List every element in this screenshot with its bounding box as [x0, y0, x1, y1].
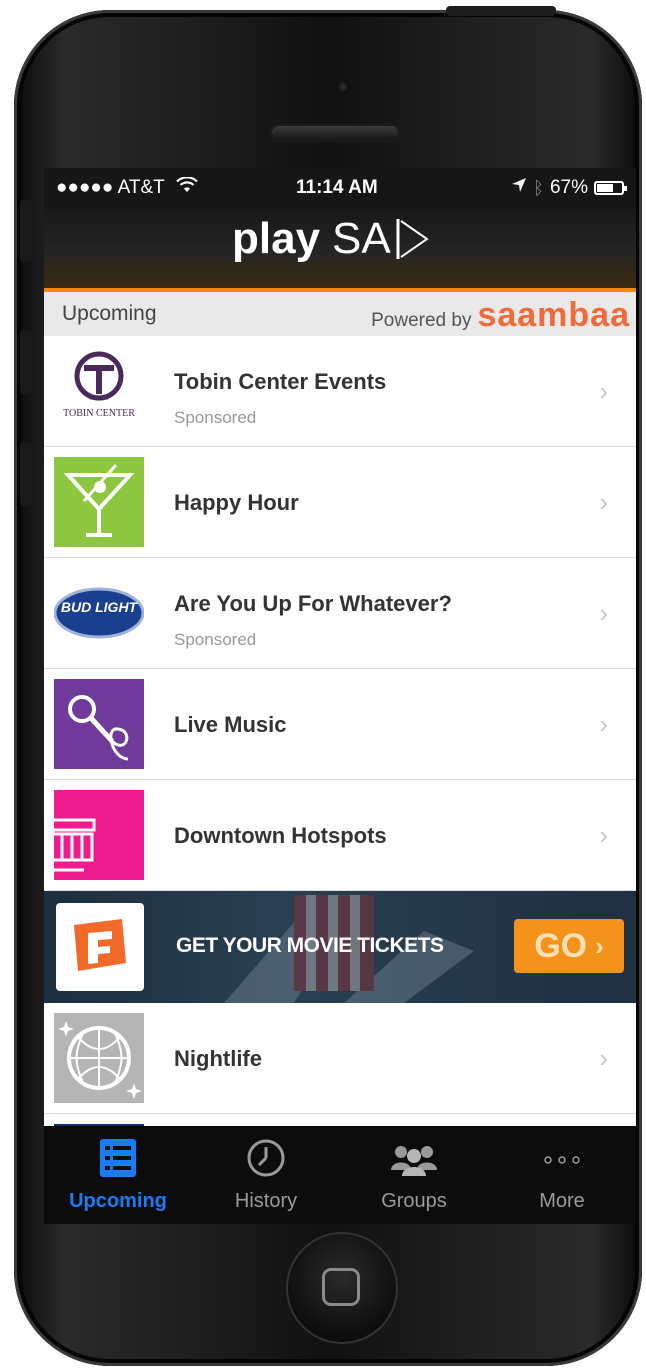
list-item-title: Are You Up For Whatever? — [174, 591, 452, 616]
disco-ball-icon — [54, 1013, 144, 1103]
chevron-right-icon: › — [599, 820, 608, 850]
go-button[interactable]: GO › — [514, 919, 624, 973]
fandango-logo — [56, 903, 144, 991]
tab-more[interactable]: More — [488, 1126, 636, 1224]
chevron-right-icon: › — [599, 1043, 608, 1073]
list-item-title: Happy Hour — [174, 490, 299, 515]
chevron-right-icon: › — [599, 598, 608, 628]
list-item-title: Downtown Hotspots — [174, 823, 387, 848]
tobin-center-logo: TOBIN CENTER — [54, 346, 144, 436]
tab-label: History — [234, 1190, 298, 1212]
clock-icon — [246, 1138, 286, 1183]
list-item[interactable]: Happy Hour › — [44, 447, 636, 558]
list-item[interactable]: BUD LIGHT Are You Up For Whatever? Spons… — [44, 558, 636, 669]
powered-by: Powered by saambaa — [371, 296, 630, 335]
list-item[interactable]: TOBIN CENTER Tobin Center Events Sponsor… — [44, 336, 636, 447]
list-item-subtitle: Sponsored — [174, 630, 257, 649]
chevron-right-icon: › — [599, 709, 608, 739]
mute-switch — [20, 200, 32, 262]
chevron-right-icon: › — [599, 487, 608, 517]
chevron-right-icon: › — [595, 930, 604, 961]
bluetooth-icon: ᛒ — [533, 177, 544, 198]
logo-play-text: play — [232, 214, 321, 263]
building-icon — [54, 790, 144, 880]
powered-by-label: Powered by — [371, 310, 472, 331]
volume-down-button — [20, 442, 32, 506]
list-icon — [99, 1138, 137, 1183]
movie-tickets-ad-banner[interactable]: GET YOUR MOVIE TICKETS GO › — [44, 891, 636, 1003]
battery-icon — [594, 181, 627, 195]
list-item-title: Nightlife — [174, 1046, 262, 1071]
location-arrow-icon — [511, 177, 527, 199]
volume-up-button — [20, 330, 32, 394]
front-camera — [336, 80, 350, 94]
tab-bar: Upcoming History Groups More — [44, 1126, 636, 1224]
martini-icon — [54, 457, 144, 547]
tab-label: Upcoming — [69, 1190, 167, 1212]
wifi-icon — [175, 176, 198, 198]
list-item[interactable]: Live Music › — [44, 669, 636, 780]
nav-bar: play SA — [44, 208, 636, 292]
tab-label: Groups — [381, 1190, 447, 1212]
list-item-title: Live Music — [174, 712, 287, 737]
chevron-right-icon: › — [599, 376, 608, 406]
list-item-title: Tobin Center Events — [174, 369, 387, 394]
section-title: Upcoming — [62, 302, 157, 325]
play-sa-logo: play SA — [232, 214, 431, 264]
power-button — [446, 6, 556, 16]
banner-headline: GET YOUR MOVIE TICKETS — [176, 934, 444, 957]
logo-sa-text: SA — [332, 214, 391, 263]
saambaa-logo: saambaa — [477, 296, 630, 334]
section-header: Upcoming Powered by saambaa — [44, 292, 636, 337]
microphone-icon — [54, 679, 144, 769]
tab-label: More — [539, 1190, 585, 1212]
tab-groups[interactable]: Groups — [340, 1126, 488, 1224]
people-icon — [389, 1138, 439, 1183]
carrier-group: ●●●●● AT&T — [56, 176, 198, 199]
bud-light-wordmark: BUD LIGHT — [60, 599, 138, 615]
status-right-group: ᛒ 67% — [511, 177, 627, 199]
earpiece-speaker — [272, 126, 398, 140]
battery-level — [597, 184, 613, 192]
status-bar: ●●●●● AT&T 11:14 AM ᛒ 67% — [44, 168, 636, 208]
go-button-label: GO — [534, 926, 588, 965]
home-button[interactable] — [286, 1232, 398, 1344]
app-screen: ●●●●● AT&T 11:14 AM ᛒ 67% play SA Upcomi… — [44, 168, 636, 1224]
tab-upcoming[interactable]: Upcoming — [44, 1126, 192, 1224]
list-item[interactable]: Downtown Hotspots › — [44, 780, 636, 891]
clock: 11:14 AM — [296, 177, 378, 198]
tobin-center-wordmark: TOBIN CENTER — [63, 408, 135, 419]
tab-history[interactable]: History — [192, 1126, 340, 1224]
home-button-square-icon — [322, 1268, 360, 1306]
more-icon — [540, 1138, 584, 1183]
event-category-list: TOBIN CENTER Tobin Center Events Sponsor… — [44, 336, 636, 1224]
list-item[interactable]: Nightlife › — [44, 1003, 636, 1114]
carrier-label: ●●●●● AT&T — [56, 177, 165, 198]
battery-percent: 67% — [549, 177, 588, 198]
play-triangle-icon — [396, 219, 429, 259]
list-item-subtitle: Sponsored — [174, 408, 257, 427]
bud-light-logo: BUD LIGHT — [54, 568, 144, 658]
